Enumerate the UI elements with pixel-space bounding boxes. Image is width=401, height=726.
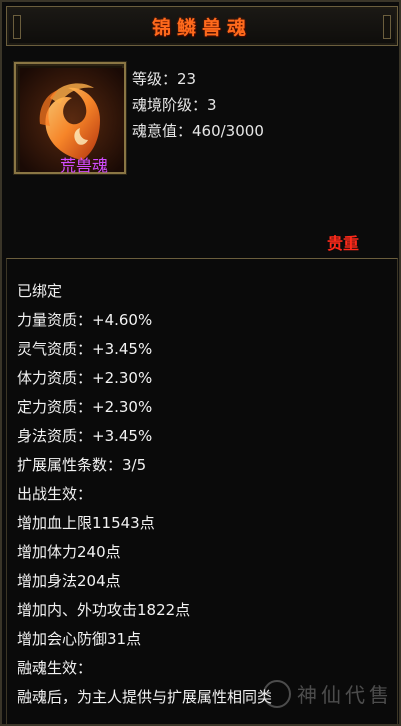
item-header: 等级：23 魂境阶级：3 魂意值：460/3000: [6, 52, 398, 202]
level-text: 等级：23: [132, 70, 197, 88]
attribute-line: 力量资质：+4.60%: [17, 311, 153, 329]
tier-text: 魂境阶级：3: [132, 96, 217, 114]
watermark: 神仙代售: [263, 679, 393, 708]
bound-status: 已绑定: [17, 282, 63, 300]
active-effect: 增加身法204点: [17, 572, 121, 590]
attribute-line: 体力资质：+2.30%: [17, 369, 153, 387]
watermark-logo-icon: [263, 679, 291, 708]
item-title: 锦鳞兽魂: [151, 16, 252, 39]
attribute-line: 灵气资质：+3.45%: [17, 340, 153, 358]
inactive-effect: 增加内、外功攻击1822点: [17, 601, 191, 619]
will-value-text: 魂意值：460/3000: [132, 122, 264, 140]
rarity-label: 贵重: [326, 234, 359, 253]
item-stats: 等级：23 魂境阶级：3 魂意值：460/3000: [132, 66, 264, 144]
attribute-line: 定力资质：+2.30%: [17, 398, 153, 416]
title-bar: 锦鳞兽魂: [6, 6, 398, 46]
item-tooltip-panel: 锦鳞兽魂 等级：23 魂境阶级：3 魂意值：460/3000 荒兽魂 贵重 已绑…: [0, 0, 401, 726]
active-effect: 增加体力240点: [17, 543, 121, 561]
extend-count: 扩展属性条数：3/5: [17, 456, 147, 474]
battle-effect-label: 出战生效：: [17, 485, 93, 503]
inactive-effect: 增加会心防御31点: [17, 630, 142, 648]
watermark-text: 神仙代售: [297, 683, 393, 707]
soul-type-label: 荒兽魂: [60, 156, 109, 175]
item-details: 已绑定 力量资质：+4.60% 灵气资质：+3.45% 体力资质：+2.30% …: [6, 258, 398, 724]
active-effect: 增加血上限11543点: [17, 514, 155, 532]
attribute-line: 身法资质：+3.45%: [17, 427, 153, 445]
